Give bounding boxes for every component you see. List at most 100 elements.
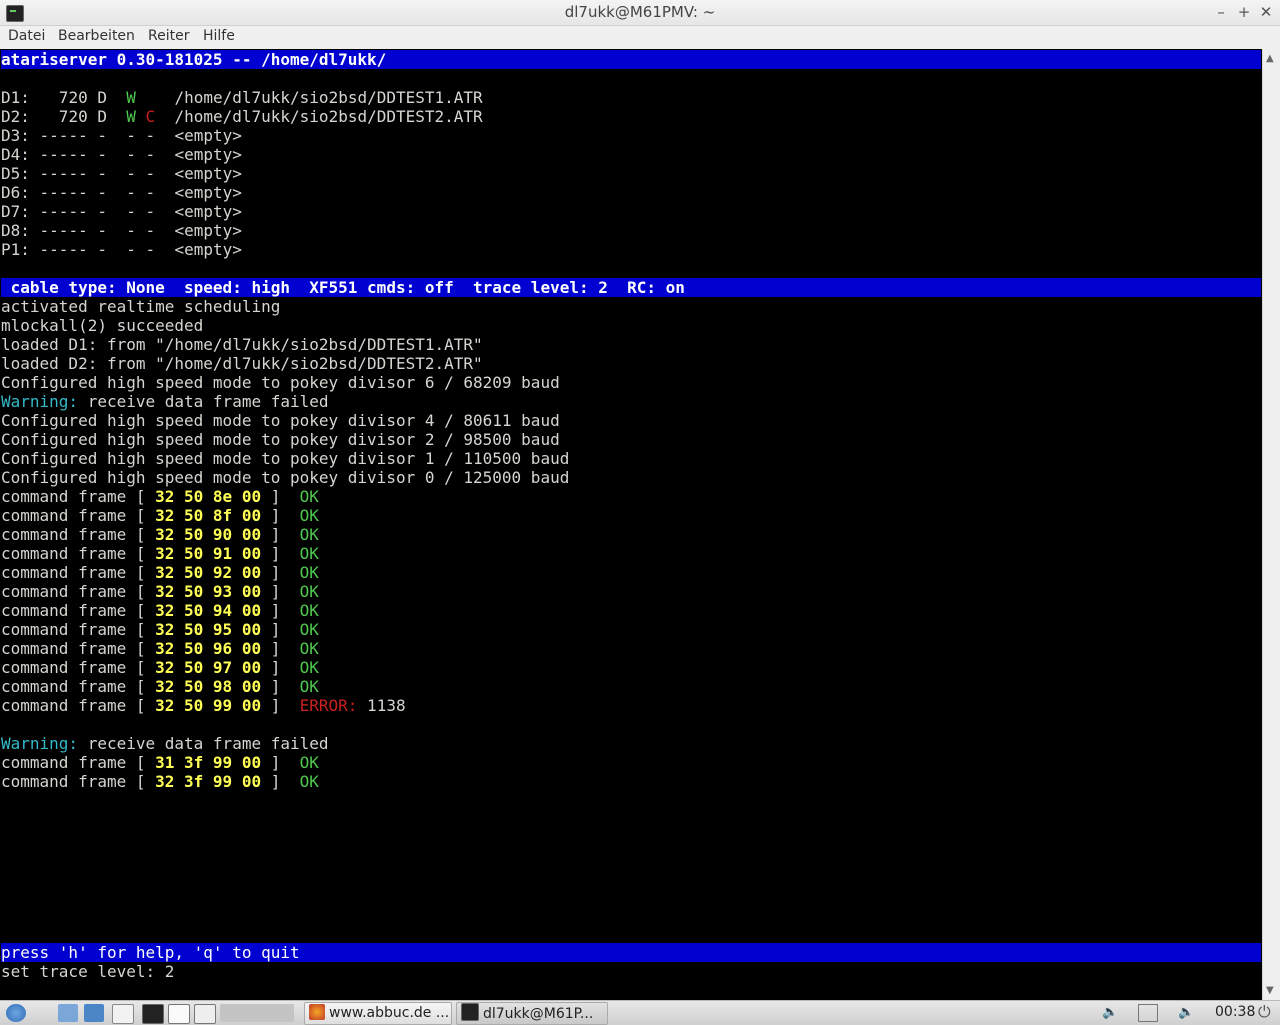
drive-write-flag: - [126,145,136,164]
cmd-prefix: command frame [ [1,753,156,772]
cmd-prefix: command frame [ [1,658,156,677]
menu-bearbeiten[interactable]: Bearbeiten [58,28,135,44]
drive-size: 720 [29,88,98,107]
drive-density: D [97,107,127,126]
drive-size: ----- [29,221,98,240]
cmd-bytes: 31 3f 99 00 [155,753,262,772]
drive-id: D6: [1,183,30,202]
drive-id: P1: [1,240,30,259]
cmd-suffix: ] [261,487,300,506]
drive-size: ----- [29,183,98,202]
scroll-down-icon[interactable]: ▼ [1266,985,1274,996]
drive-path: <empty> [174,145,242,164]
drive-id: D3: [1,126,30,145]
cmd-bytes: 32 50 8e 00 [155,487,262,506]
log-line: Warning: receive data frame failed [1,392,1261,411]
cmd-suffix: ] [261,525,300,544]
ok-label: OK [299,487,319,506]
drive-id: D5: [1,164,30,183]
error-code: 1138 [357,696,406,715]
network-icon[interactable] [84,1004,104,1022]
ok-label: OK [299,677,319,696]
terminal-icon [461,1003,479,1021]
cmd-prefix: command frame [ [1,525,156,544]
cmd-bytes: 32 50 94 00 [155,601,262,620]
menu-datei[interactable]: Datei [8,28,45,44]
ok-label: OK [299,506,319,525]
help-bar: press 'h' for help, 'q' to quit [1,943,1261,962]
volume-icon[interactable]: 🔈 [1102,1005,1118,1020]
menu-reiter[interactable]: Reiter [148,28,189,44]
prompt-line: set trace level: 2 [1,962,175,981]
cmd-suffix: ] [261,620,300,639]
log-text: Configured high speed mode to pokey divi… [1,411,560,430]
desktop-pager[interactable] [220,1004,294,1022]
drive-write-flag: - [126,183,136,202]
drive-size: ----- [29,240,98,259]
cmd-bytes: 32 50 93 00 [155,582,262,601]
drive-row: D3: ----- - - - <empty> [1,126,1261,145]
cmd-prefix: command frame [ [1,601,156,620]
drive-size: ----- [29,202,98,221]
log-line: command frame [ 32 50 8e 00 ] OK [1,487,1261,506]
drive-changed-flag: - [145,145,156,164]
cmd-suffix: ] [261,563,300,582]
drive-path: <empty> [174,202,242,221]
desktop-icon[interactable] [112,1004,134,1024]
log-text: receive data frame failed [78,734,329,753]
maximize-button[interactable]: + [1235,3,1253,21]
task-browser[interactable]: www.abbuc.de ... [304,1002,452,1025]
log-line: command frame [ 32 50 97 00 ] OK [1,658,1261,677]
speaker-icon[interactable]: 🔈 [1178,1005,1194,1020]
window-list-icon[interactable] [194,1004,216,1024]
ok-label: OK [299,544,319,563]
log-line: Configured high speed mode to pokey divi… [1,430,1261,449]
log-line: command frame [ 32 50 91 00 ] OK [1,544,1261,563]
clock[interactable]: 00:38 [1215,1004,1255,1020]
cmd-prefix: command frame [ [1,620,156,639]
cmd-bytes: 32 50 90 00 [155,525,262,544]
scrollbar[interactable]: ▲ ▼ [1262,49,1280,1000]
cmd-bytes: 32 50 97 00 [155,658,262,677]
drive-write-flag: - [126,164,136,183]
minimize-button[interactable]: – [1212,3,1230,21]
drive-path: /home/dl7ukk/sio2bsd/DDTEST2.ATR [174,107,483,126]
log-text: activated realtime scheduling [1,297,281,316]
drive-path: <empty> [174,240,242,259]
log-line: Configured high speed mode to pokey divi… [1,468,1261,487]
window-titlebar[interactable]: dl7ukk@M61PMV: ~ – + ✕ [0,0,1280,26]
text-editor-icon[interactable] [168,1004,190,1024]
drive-write-flag: - [126,221,136,240]
start-menu-icon[interactable] [6,1004,26,1022]
window-title: dl7ukk@M61PMV: ~ [564,3,716,21]
cmd-bytes: 32 50 99 00 [155,696,262,715]
drive-density: - [97,126,127,145]
drive-id: D7: [1,202,30,221]
task-terminal[interactable]: dl7ukk@M61P... [456,1002,608,1025]
power-icon[interactable]: ⏻ [1258,1002,1271,1022]
drive-density: - [97,221,127,240]
file-manager-icon[interactable] [58,1004,78,1022]
terminal-area[interactable]: atariserver 0.30-181025 -- /home/dl7ukk/… [0,49,1262,1000]
menu-hilfe[interactable]: Hilfe [203,28,235,44]
drive-row: D8: ----- - - - <empty> [1,221,1261,240]
drive-id: D2: [1,107,30,126]
cmd-prefix: command frame [ [1,677,156,696]
ok-label: OK [299,620,319,639]
terminal-launcher-icon[interactable] [142,1004,164,1024]
close-button[interactable]: ✕ [1257,3,1275,21]
cmd-prefix: command frame [ [1,506,156,525]
cmd-suffix: ] [261,544,300,563]
drive-path: <empty> [174,164,242,183]
cmd-bytes: 32 50 98 00 [155,677,262,696]
cmd-suffix: ] [261,753,300,772]
drive-density: D [97,88,127,107]
log-text: loaded D2: from "/home/dl7ukk/sio2bsd/DD… [1,354,483,373]
network-status-icon[interactable] [1138,1004,1158,1022]
log-line: command frame [ 31 3f 99 00 ] OK [1,753,1261,772]
drive-write-flag: - [126,202,136,221]
ok-label: OK [299,639,319,658]
drive-write-flag: W [126,107,136,126]
scroll-up-icon[interactable]: ▲ [1266,53,1274,64]
drive-write-flag: - [126,240,136,259]
